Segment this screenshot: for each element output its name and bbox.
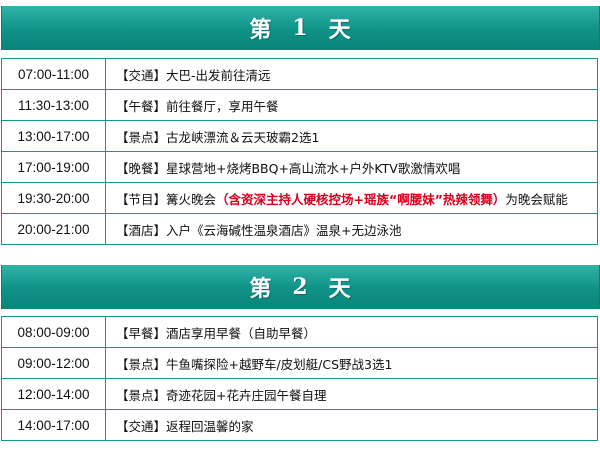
itinerary-table: 第 1 天 07:00-11:00 【交通】大巴-出发前往清远 11:30-13…	[0, 0, 600, 460]
activity-text: 【景点】牛鱼嘴探险+越野车/皮划艇/CS野战3选1	[116, 356, 393, 372]
day-2-header-suffix: 天	[328, 276, 352, 302]
table-row: 13:00-17:00 【景点】古龙峡漂流＆云天玻霸2选1	[2, 121, 597, 152]
activity-cell: 【晚餐】星球营地+烧烤BBQ+高山流水+户外KTV歌激情欢唱	[106, 158, 597, 177]
time-cell: 20:00-21:00	[2, 214, 106, 244]
day-2-header: 第 2 天	[1, 265, 600, 309]
table-row: 08:00-09:00 【早餐】酒店享用早餐（自助早餐）	[2, 317, 597, 348]
activity-text: 【景点】奇迹花园+花卉庄园午餐自理	[116, 387, 327, 403]
table-row: 07:00-11:00 【交通】大巴-出发前往清远	[2, 59, 597, 90]
table-row: 09:00-12:00 【景点】牛鱼嘴探险+越野车/皮划艇/CS野战3选1	[2, 348, 597, 379]
activity-text: 【交通】大巴-出发前往清远	[116, 67, 271, 83]
time-cell: 14:00-17:00	[2, 410, 106, 440]
activity-text: 【景点】古龙峡漂流＆云天玻霸2选1	[116, 129, 320, 145]
day-1-header-prefix: 第	[249, 17, 273, 43]
activity-text-after: 为晚会赋能	[505, 191, 568, 207]
table-row: 12:00-14:00 【景点】奇迹花园+花卉庄园午餐自理	[2, 379, 597, 410]
day-2-header-number: 2	[292, 274, 309, 300]
activity-cell: 【景点】奇迹花园+花卉庄园午餐自理	[106, 385, 597, 404]
day-2-schedule: 08:00-09:00 【早餐】酒店享用早餐（自助早餐） 09:00-12:00…	[1, 316, 598, 441]
day-2-header-prefix: 第	[249, 276, 273, 302]
day-1-header-number: 1	[292, 15, 309, 41]
activity-text: 【早餐】酒店享用早餐（自助早餐）	[116, 325, 317, 341]
activity-text: 【午餐】前往餐厅，享用午餐	[116, 98, 279, 114]
table-row: 11:30-13:00 【午餐】前往餐厅，享用午餐	[2, 90, 597, 121]
activity-cell: 【酒店】入户《云海碱性温泉酒店》温泉+无边泳池	[106, 220, 597, 239]
table-row: 17:00-19:00 【晚餐】星球营地+烧烤BBQ+高山流水+户外KTV歌激情…	[2, 152, 597, 183]
table-row: 19:30-20:00 【节目】篝火晚会（含资深主持人硬核控场+瑶族“啊腰妹”热…	[2, 183, 597, 214]
activity-text: 【节目】篝火晚会	[116, 191, 217, 207]
day-1-header-suffix: 天	[328, 17, 352, 43]
activity-cell: 【景点】牛鱼嘴探险+越野车/皮划艇/CS野战3选1	[106, 354, 597, 373]
activity-text: 【酒店】入户《云海碱性温泉酒店》温泉+无边泳池	[116, 222, 402, 238]
activity-text: 【交通】返程回温馨的家	[116, 418, 254, 434]
time-cell: 07:00-11:00	[2, 59, 106, 89]
activity-cell: 【早餐】酒店享用早餐（自助早餐）	[106, 323, 597, 342]
activity-cell: 【交通】大巴-出发前往清远	[106, 65, 597, 84]
time-cell: 08:00-09:00	[2, 317, 106, 347]
table-row: 20:00-21:00 【酒店】入户《云海碱性温泉酒店》温泉+无边泳池	[2, 214, 597, 245]
time-cell: 11:30-13:00	[2, 90, 106, 120]
day-1-schedule: 07:00-11:00 【交通】大巴-出发前往清远 11:30-13:00 【午…	[1, 58, 598, 245]
time-cell: 19:30-20:00	[2, 183, 106, 213]
activity-text: 【晚餐】星球营地+烧烤BBQ+高山流水+户外KTV歌激情欢唱	[116, 160, 461, 176]
activity-cell: 【交通】返程回温馨的家	[106, 416, 597, 435]
time-cell: 17:00-19:00	[2, 152, 106, 182]
time-cell: 13:00-17:00	[2, 121, 106, 151]
time-cell: 09:00-12:00	[2, 348, 106, 378]
activity-highlight: （含资深主持人硬核控场+瑶族“啊腰妹”热辣领舞）	[216, 191, 506, 207]
time-cell: 12:00-14:00	[2, 379, 106, 409]
table-row: 14:00-17:00 【交通】返程回温馨的家	[2, 410, 597, 441]
day-1-header: 第 1 天	[1, 6, 600, 50]
activity-cell: 【午餐】前往餐厅，享用午餐	[106, 96, 597, 115]
activity-cell: 【节目】篝火晚会（含资深主持人硬核控场+瑶族“啊腰妹”热辣领舞）为晚会赋能	[106, 189, 597, 208]
activity-cell: 【景点】古龙峡漂流＆云天玻霸2选1	[106, 127, 597, 146]
